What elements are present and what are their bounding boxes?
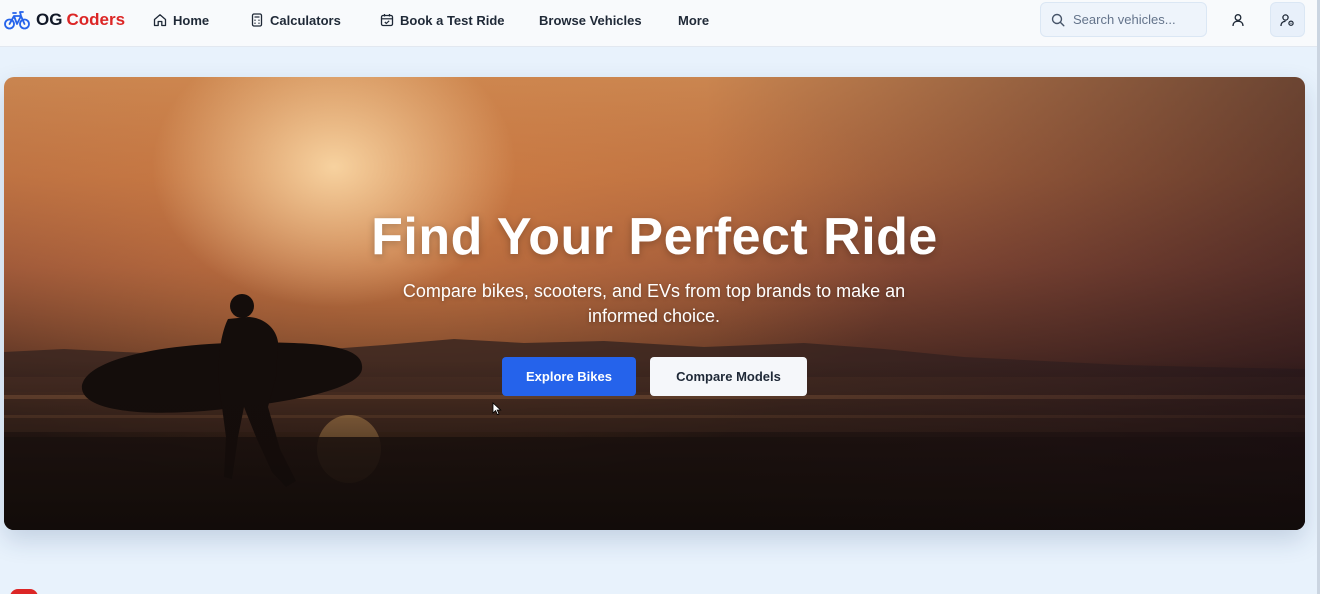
floating-chat-icon[interactable] [10, 589, 38, 594]
hero-subtitle: Compare bikes, scooters, and EVs from to… [402, 281, 906, 326]
nav-book-test-ride-label: Book a Test Ride [400, 12, 505, 28]
calendar-icon [380, 14, 394, 27]
top-navbar: OG Coders Home Calculators Book a Test R… [0, 0, 1320, 47]
brand-name-og: OG [36, 10, 63, 29]
nav-book-test-ride[interactable]: Book a Test Ride [380, 11, 505, 29]
hero-banner: Find Your Perfect Ride Compare bikes, sc… [4, 77, 1305, 530]
nav-more-label: More [678, 12, 710, 28]
user-settings-icon [1280, 13, 1294, 26]
search-box[interactable] [1040, 2, 1207, 37]
nav-calculators[interactable]: Calculators [250, 11, 341, 29]
mouse-cursor-icon [492, 402, 502, 416]
nav-home-label: Home [173, 12, 210, 28]
nav-home[interactable]: Home [153, 11, 209, 29]
nav-browse-vehicles[interactable]: Browse Vehicles [539, 11, 642, 29]
nav-more[interactable]: More [678, 11, 709, 29]
search-input[interactable] [1073, 12, 1203, 27]
compare-models-button[interactable]: Compare Models [650, 357, 807, 396]
hero-title: Find Your Perfect Ride [371, 208, 938, 266]
nav-browse-vehicles-label: Browse Vehicles [539, 12, 642, 28]
calculator-icon [251, 13, 263, 27]
brand-logo[interactable]: OG Coders [4, 8, 125, 32]
user-settings-button[interactable] [1270, 2, 1305, 37]
brand-name-coders: Coders [66, 10, 126, 29]
user-account-button[interactable] [1226, 8, 1250, 32]
home-icon [153, 14, 167, 27]
hero-content: Find Your Perfect Ride Compare bikes, sc… [4, 77, 1305, 530]
search-icon [1051, 13, 1065, 27]
nav-calculators-label: Calculators [270, 12, 341, 28]
explore-bikes-button[interactable]: Explore Bikes [502, 357, 636, 396]
bicycle-icon [4, 11, 30, 30]
user-icon [1232, 14, 1244, 27]
